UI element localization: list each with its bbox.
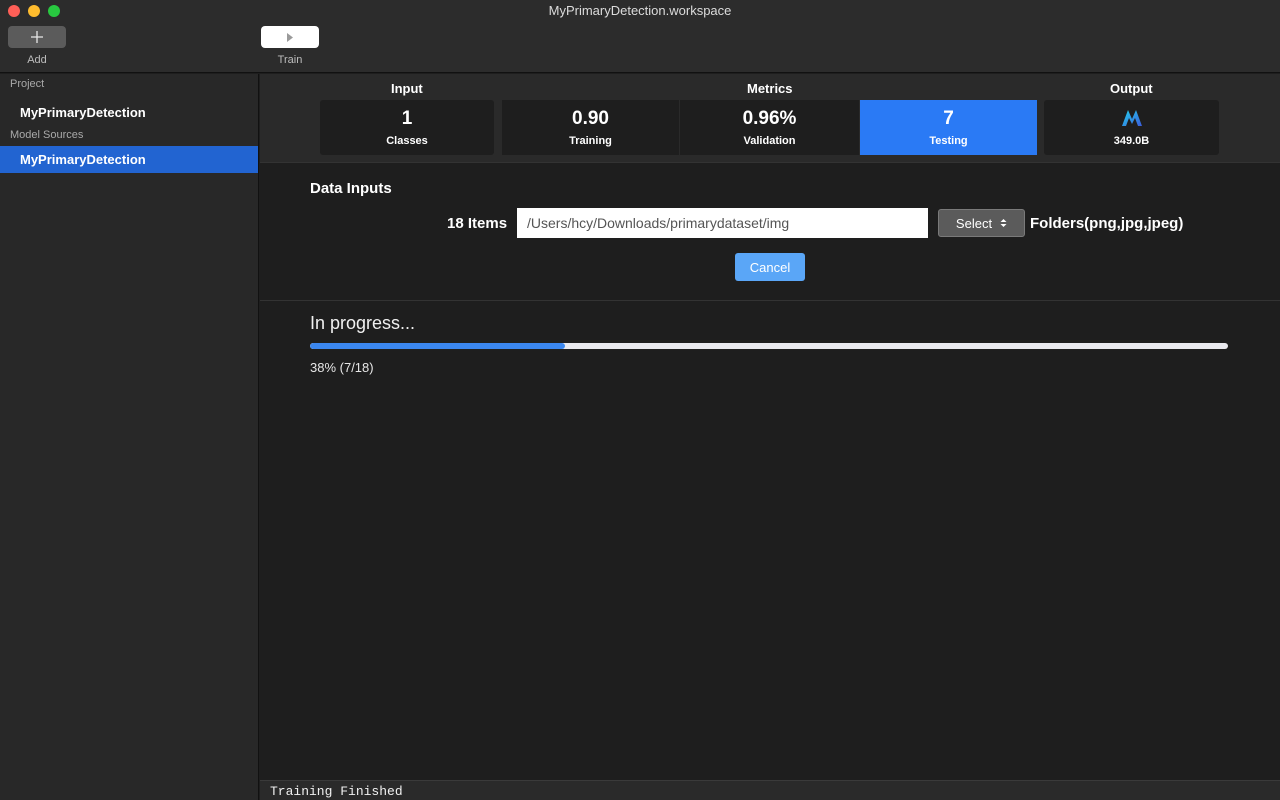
classes-label: Classes — [386, 135, 428, 147]
testing-value: 7 — [943, 108, 954, 129]
sidebar-item-model-source[interactable]: MyPrimaryDetection — [0, 146, 258, 173]
training-label: Training — [569, 135, 612, 147]
plus-icon — [31, 31, 43, 43]
train-label: Train — [277, 54, 303, 66]
add-tool: Add — [8, 26, 66, 66]
train-button[interactable] — [261, 26, 319, 48]
sidebar-header-project: Project — [10, 78, 45, 90]
accepted-formats: Folders(png,jpg,jpeg) — [1030, 215, 1184, 232]
input-header: Input — [391, 81, 423, 96]
add-button[interactable] — [8, 26, 66, 48]
window-chrome: MyPrimaryDetection.workspace Add Train — [0, 0, 1280, 73]
dataset-path-input[interactable] — [517, 208, 928, 238]
training-value: 0.90 — [572, 108, 609, 129]
metrics-panel: Input Metrics Output 1 Classes 0.90 Trai… — [260, 74, 1280, 163]
status-bar: Training Finished — [260, 780, 1280, 800]
sidebar: Project MyPrimaryDetection Model Sources… — [0, 74, 259, 800]
model-logo-icon — [1121, 110, 1142, 126]
progress-title: In progress... — [310, 313, 416, 333]
items-count: 18 Items — [447, 215, 508, 232]
sidebar-header-model-sources: Model Sources — [10, 129, 84, 141]
data-inputs-title: Data Inputs — [310, 180, 392, 197]
select-button[interactable]: Select — [938, 209, 1025, 237]
train-tool: Train — [261, 26, 319, 66]
window-title: MyPrimaryDetection.workspace — [548, 3, 732, 18]
updown-chevron-icon — [1000, 219, 1007, 227]
progress-bar-fill — [310, 343, 566, 349]
classes-value: 1 — [401, 108, 413, 129]
validation-value: 0.96% — [742, 108, 797, 129]
validation-label: Validation — [743, 135, 796, 147]
metrics-header: Metrics — [747, 81, 793, 96]
sidebar-item-project[interactable]: MyPrimaryDetection — [0, 99, 258, 126]
training-card[interactable]: 0.90 Training — [502, 100, 679, 155]
output-size: 349.0B — [1113, 135, 1150, 147]
testing-card[interactable]: 7 Testing — [860, 100, 1037, 155]
data-inputs-section: Data Inputs 18 Items Select Folders(png,… — [260, 163, 1280, 301]
play-icon — [287, 32, 293, 42]
status-text: Training Finished — [270, 784, 403, 799]
output-card[interactable]: 349.0B — [1044, 100, 1219, 155]
classes-card[interactable]: 1 Classes — [320, 100, 494, 155]
progress-bar — [310, 343, 1228, 349]
validation-card[interactable]: 0.96% Validation — [680, 100, 859, 155]
select-label: Select — [955, 215, 993, 231]
testing-label: Testing — [929, 135, 968, 147]
progress-text: 38% (7/18) — [310, 360, 374, 375]
output-logo — [1120, 108, 1144, 132]
add-label: Add — [27, 54, 47, 66]
output-header: Output — [1110, 81, 1153, 96]
cancel-button[interactable]: Cancel — [735, 253, 805, 281]
